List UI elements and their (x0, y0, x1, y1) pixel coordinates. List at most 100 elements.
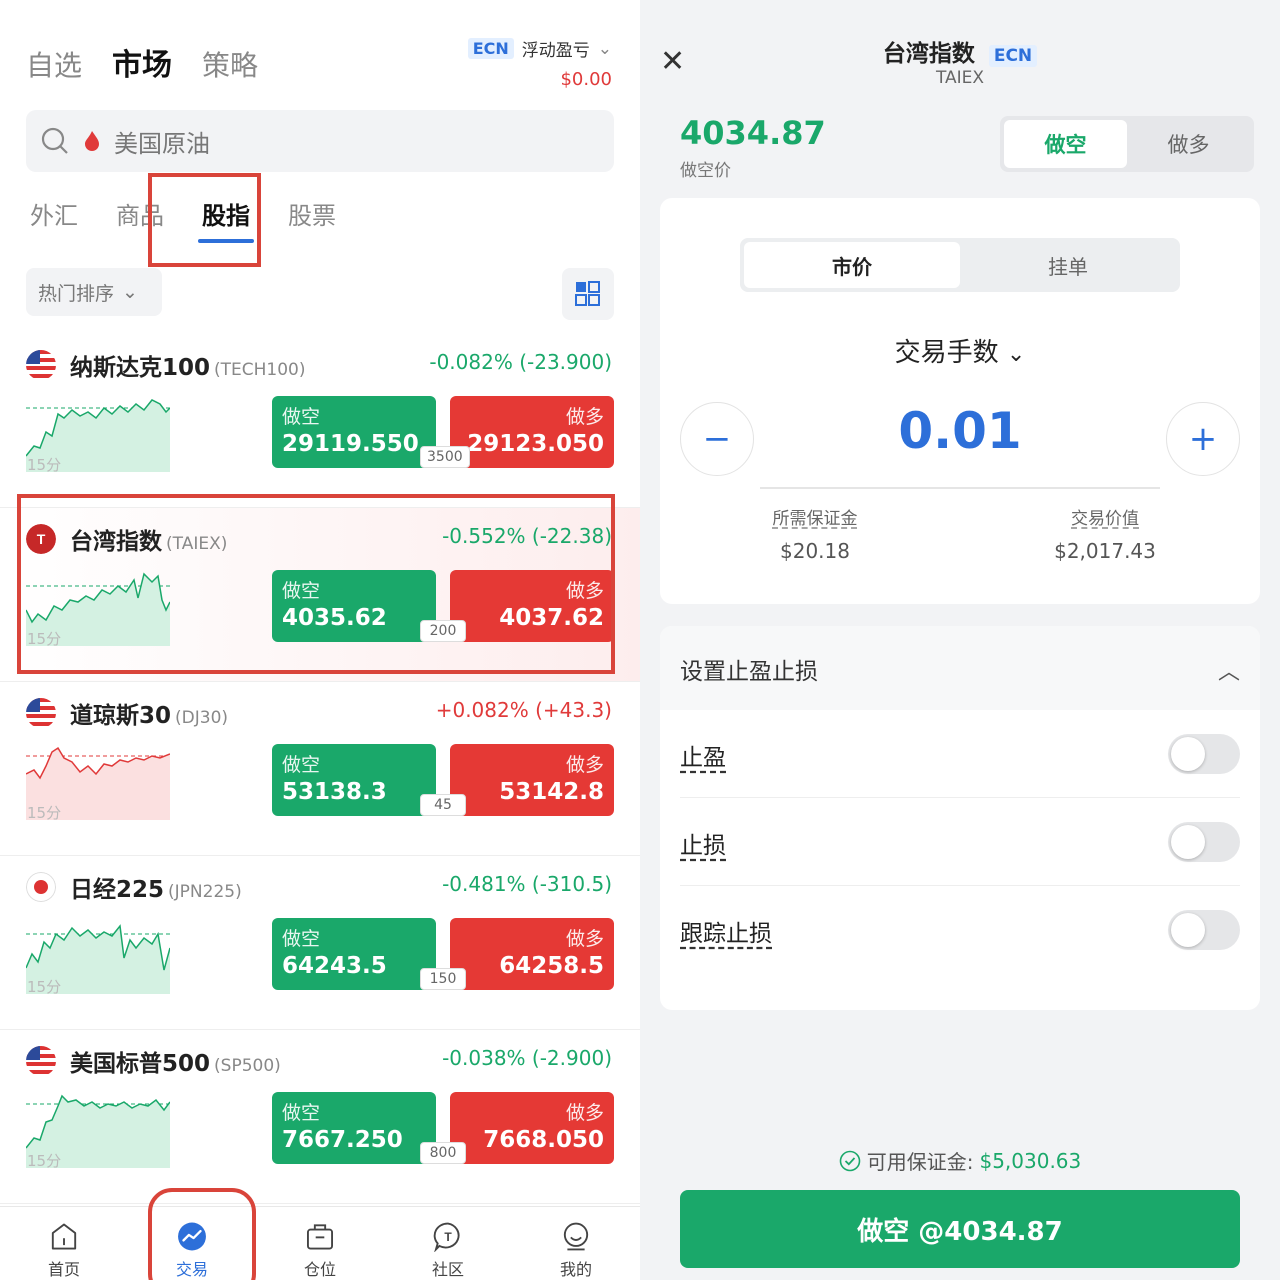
spread-badge: 150 (420, 968, 466, 990)
nav-label: 首页 (47, 1260, 80, 1279)
grid-view-icon (575, 281, 600, 306)
required-margin: 所需保证金 $20.18 (715, 504, 915, 563)
sell-button[interactable]: 做空 7667.250 (272, 1092, 436, 1164)
sell-price: 7667.250 (282, 1127, 403, 1153)
available-margin: 可用保证金: $5,030.63 (640, 1146, 1280, 1175)
sparkline-timeframe: 15分 (27, 804, 62, 822)
instrument-title: 台湾指数 (882, 41, 975, 67)
instrument-name: 道琼斯30 (70, 703, 172, 729)
lot-size-dropdown[interactable]: 交易手数 ⌄ (660, 332, 1260, 369)
highlight-trade-nav (148, 1188, 256, 1280)
sltp-header[interactable]: 设置止盈止损 ︿ (660, 626, 1260, 710)
sort-label: 热门排序 (38, 282, 115, 305)
buy-price: 7668.050 (483, 1127, 604, 1153)
take-profit-label: 止盈 (680, 745, 726, 771)
top-tabs: 自选 市场 策略 (26, 40, 258, 84)
floating-pnl[interactable]: ECN 浮动盈亏 ⌄ $0.00 (467, 36, 612, 90)
sell-direction-tab[interactable]: 做空 (1004, 120, 1127, 168)
search-input[interactable]: 美国原油 (114, 124, 210, 159)
sell-price: 64243.5 (282, 953, 387, 979)
market-order-tab[interactable]: 市价 (744, 242, 960, 288)
buy-button[interactable]: 做多 29123.050 (450, 396, 614, 468)
sltp-title: 设置止盈止损 (680, 659, 818, 685)
highlight-taiex-row (17, 494, 615, 674)
japan-flag-icon (26, 872, 56, 902)
instrument-row[interactable]: 纳斯达克100 (TECH100) -0.082% (-23.900) 15分 做… (0, 334, 640, 508)
spread-badge: 200 (420, 620, 466, 642)
price-change: -0.481% (-310.5) (442, 872, 612, 896)
bottom-nav: 首页 交易 仓位 T 社区 我的 (0, 1206, 640, 1280)
sell-button[interactable]: 做空 53138.3 (272, 744, 436, 816)
us-flag-icon (26, 698, 56, 728)
tab-watchlist[interactable]: 自选 (26, 44, 82, 84)
decrease-lot-button[interactable]: − (680, 402, 754, 476)
stop-loss-toggle[interactable] (1168, 822, 1240, 862)
chevron-up-icon: ︿ (1217, 660, 1240, 685)
instrument-code: (JPN225) (168, 882, 242, 902)
chevron-down-icon: ⌄ (122, 281, 138, 303)
nav-community[interactable]: T 社区 (384, 1207, 512, 1280)
buy-price: 53142.8 (499, 779, 604, 805)
instrument-name: 美国标普500 (70, 1051, 211, 1077)
layout-toggle-button[interactable] (562, 268, 614, 320)
instrument-row[interactable]: 日经225 (JPN225) -0.481% (-310.5) 15分 做空 642… (0, 856, 640, 1030)
instrument-code: (TECH100) (214, 360, 306, 380)
ecn-badge: ECN (467, 38, 514, 59)
instrument-code: TAIEX (935, 68, 985, 88)
buy-button[interactable]: 做多 64258.5 (450, 918, 614, 990)
spread-badge: 3500 (420, 446, 470, 468)
ecn-badge: ECN (988, 45, 1038, 67)
order-card: 市价 挂单 交易手数 ⌄ − 0.01 + 所需保证金 $20.18 交易价值 … (660, 198, 1260, 604)
buy-button[interactable]: 做多 53142.8 (450, 744, 614, 816)
nav-label: 仓位 (303, 1260, 336, 1279)
us-flag-icon (26, 350, 56, 380)
nav-label: 社区 (431, 1260, 464, 1279)
tab-strategy[interactable]: 策略 (202, 44, 258, 84)
us-flag-icon (26, 1046, 56, 1076)
nav-home[interactable]: 首页 (0, 1207, 128, 1280)
stop-loss-label: 止损 (680, 833, 726, 859)
fire-icon (85, 131, 99, 151)
highlight-indices-tab (148, 173, 261, 267)
sell-button[interactable]: 做空 29119.550 (272, 396, 436, 468)
pending-order-tab[interactable]: 挂单 (960, 242, 1176, 288)
market-panel: 自选 市场 策略 ECN 浮动盈亏 ⌄ $0.00 美国原油 外汇 商品 股指 … (0, 0, 640, 1280)
buy-button[interactable]: 做多 7668.050 (450, 1092, 614, 1164)
floating-pnl-label: 浮动盈亏 (521, 41, 590, 61)
stop-loss-row: 止损 (680, 798, 1240, 886)
trade-value-amount: $2,017.43 (1054, 539, 1156, 563)
search-icon (41, 127, 68, 154)
tab-stocks[interactable]: 股票 (284, 196, 340, 231)
spread-badge: 800 (420, 1142, 466, 1164)
instrument-code: (DJ30) (175, 708, 229, 728)
sort-dropdown[interactable]: 热门排序 ⌄ (26, 268, 162, 316)
search-bar[interactable]: 美国原油 (26, 110, 614, 172)
trailing-stop-toggle[interactable] (1168, 910, 1240, 950)
check-circle-icon (839, 1150, 861, 1171)
submit-sell-button[interactable]: 做空 @4034.87 (680, 1190, 1240, 1268)
home-icon (51, 1223, 77, 1250)
trade-value: 交易价值 $2,017.43 (1005, 504, 1205, 563)
svg-text:T: T (444, 1230, 452, 1244)
lot-size-input[interactable]: 0.01 (760, 402, 1160, 460)
sparkline-timeframe: 15分 (27, 1152, 62, 1170)
instrument-row[interactable]: 道琼斯30 (DJ30) +0.082% (+43.3) 15分 做空 53138.… (0, 682, 640, 856)
nav-positions[interactable]: 仓位 (256, 1207, 384, 1280)
community-icon: T (433, 1222, 460, 1252)
tab-forex[interactable]: 外汇 (26, 196, 82, 231)
sell-button[interactable]: 做空 64243.5 (272, 918, 436, 990)
instrument-row[interactable]: 美国标普500 (SP500) -0.038% (-2.900) 15分 做空 76… (0, 1030, 640, 1204)
instrument-name: 纳斯达克100 (70, 355, 211, 381)
nav-profile[interactable]: 我的 (512, 1207, 640, 1280)
sparkline-timeframe: 15分 (27, 978, 62, 996)
order-panel: ✕ 台湾指数 ECN TAIEX 4034.87 做空价 做空 做多 市价 挂单… (640, 0, 1280, 1280)
increase-lot-button[interactable]: + (1166, 402, 1240, 476)
take-profit-toggle[interactable] (1168, 734, 1240, 774)
profile-icon (563, 1222, 589, 1251)
sell-price: 29119.550 (282, 431, 419, 457)
instrument-name: 日经225 (70, 877, 165, 903)
tab-market[interactable]: 市场 (112, 40, 172, 84)
price-change: +0.082% (+43.3) (435, 698, 612, 722)
buy-direction-tab[interactable]: 做多 (1127, 120, 1250, 168)
instrument-code: (SP500) (214, 1056, 281, 1076)
